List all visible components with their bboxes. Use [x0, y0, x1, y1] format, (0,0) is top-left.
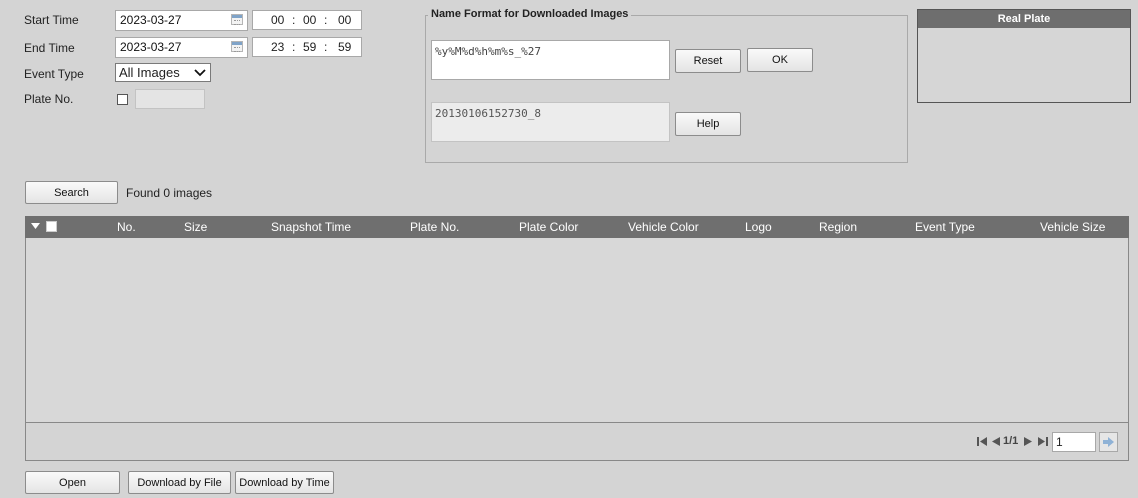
column-no[interactable]: No.	[117, 220, 136, 234]
time-separator: :	[292, 13, 296, 27]
column-event-type[interactable]: Event Type	[915, 220, 975, 234]
name-format-legend: Name Format for Downloaded Images	[428, 8, 632, 20]
start-second[interactable]: 00	[338, 13, 351, 27]
reset-button[interactable]: Reset	[675, 49, 741, 73]
dropdown-arrow-icon[interactable]	[31, 223, 40, 230]
start-time-label: Start Time	[24, 13, 79, 27]
first-page-icon[interactable]	[977, 437, 987, 446]
chevron-down-icon	[194, 69, 206, 77]
plate-no-label: Plate No.	[24, 92, 74, 106]
calendar-icon[interactable]	[231, 14, 243, 25]
end-second[interactable]: 59	[338, 40, 351, 54]
column-plate-color[interactable]: Plate Color	[519, 220, 578, 234]
end-date-value: 2023-03-27	[120, 40, 182, 54]
column-snapshot-time[interactable]: Snapshot Time	[271, 220, 351, 234]
name-example-field: 20130106152730_8	[431, 102, 670, 142]
column-size[interactable]: Size	[184, 220, 207, 234]
column-vehicle-size[interactable]: Vehicle Size	[1040, 220, 1105, 234]
end-time-input[interactable]: 23 : 59 : 59	[252, 37, 362, 57]
next-page-icon[interactable]	[1024, 437, 1032, 446]
last-page-icon[interactable]	[1038, 437, 1048, 446]
table-body	[25, 238, 1129, 422]
calendar-icon[interactable]	[231, 41, 243, 52]
open-button[interactable]: Open	[25, 471, 120, 494]
prev-page-icon[interactable]	[992, 437, 1000, 446]
time-separator: :	[292, 40, 296, 54]
real-plate-title: Real Plate	[918, 10, 1130, 28]
real-plate-panel: Real Plate	[917, 9, 1131, 103]
event-type-value: All Images	[119, 65, 180, 80]
select-all-checkbox[interactable]	[46, 221, 57, 232]
column-plate-no[interactable]: Plate No.	[410, 220, 459, 234]
end-minute[interactable]: 59	[303, 40, 316, 54]
name-format-input[interactable]: %y%M%d%h%m%s_%27	[431, 40, 670, 80]
event-type-select[interactable]: All Images	[115, 63, 211, 82]
page-indicator: 1/1	[1003, 435, 1019, 447]
end-time-label: End Time	[24, 41, 75, 55]
name-example-value: 20130106152730_8	[435, 107, 541, 120]
time-separator: :	[324, 40, 328, 54]
plate-no-checkbox[interactable]	[117, 94, 128, 105]
ok-button[interactable]: OK	[747, 48, 813, 72]
start-minute[interactable]: 00	[303, 13, 316, 27]
name-format-value: %y%M%d%h%m%s_%27	[435, 45, 541, 58]
time-separator: :	[324, 13, 328, 27]
help-button[interactable]: Help	[675, 112, 741, 136]
event-type-label: Event Type	[24, 67, 84, 81]
end-hour[interactable]: 23	[271, 40, 284, 54]
start-date-value: 2023-03-27	[120, 13, 182, 27]
download-by-file-button[interactable]: Download by File	[128, 471, 231, 494]
search-result-text: Found 0 images	[126, 186, 213, 200]
column-region[interactable]: Region	[819, 220, 857, 234]
table-footer: 1/1 1	[25, 422, 1129, 461]
page-number-value: 1	[1056, 435, 1063, 449]
search-button[interactable]: Search	[25, 181, 118, 204]
go-page-button[interactable]	[1099, 432, 1118, 452]
plate-no-input[interactable]	[135, 89, 205, 109]
table-header: No. Size Snapshot Time Plate No. Plate C…	[25, 216, 1129, 238]
start-time-input[interactable]: 00 : 00 : 00	[252, 10, 362, 30]
download-by-time-button[interactable]: Download by Time	[235, 471, 334, 494]
page-number-input[interactable]: 1	[1052, 432, 1096, 452]
column-logo[interactable]: Logo	[745, 220, 772, 234]
start-date-input[interactable]: 2023-03-27	[115, 10, 248, 31]
column-vehicle-color[interactable]: Vehicle Color	[628, 220, 699, 234]
end-date-input[interactable]: 2023-03-27	[115, 37, 248, 58]
start-hour[interactable]: 00	[271, 13, 284, 27]
arrow-right-icon	[1103, 437, 1114, 447]
